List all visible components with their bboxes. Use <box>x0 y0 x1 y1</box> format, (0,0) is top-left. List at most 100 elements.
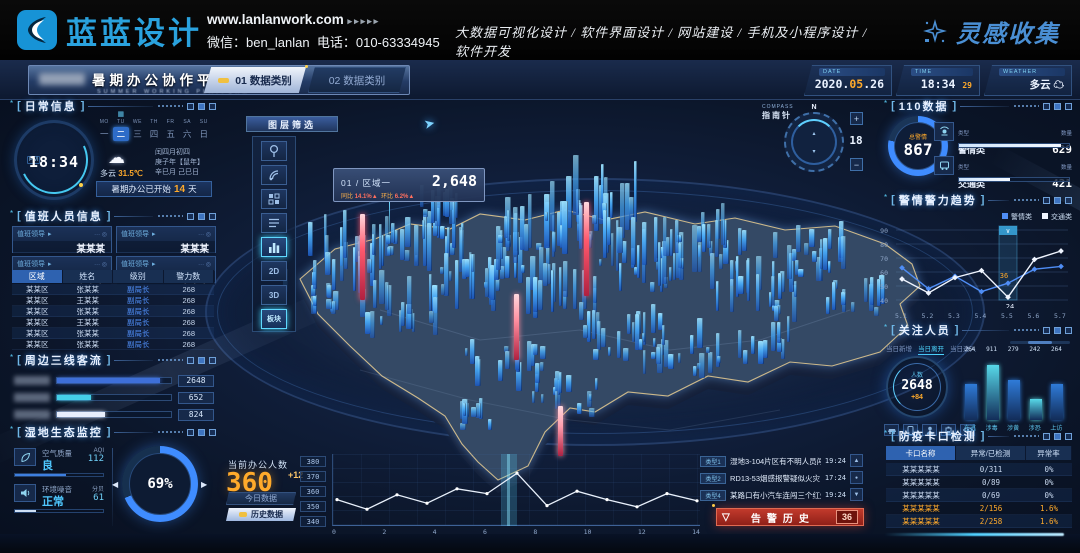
panel-window-icon[interactable] <box>1054 103 1061 110</box>
y-tick-label: 80 <box>874 241 888 249</box>
panel-expand-icon[interactable] <box>209 429 216 436</box>
bus-icon <box>934 156 954 175</box>
gauge-left-arrow[interactable]: ◀ <box>112 480 118 489</box>
alert-scroll-dot[interactable]: ● <box>850 471 863 484</box>
website-link[interactable]: www.lanlanwork.com ▸▸▸▸▸ <box>207 9 440 32</box>
panel-expand-icon[interactable] <box>1065 433 1072 440</box>
panel-header-trend: *[警情警力趋势] <box>884 192 1072 208</box>
panel-minimize-icon[interactable] <box>187 429 194 436</box>
duty-header-cell[interactable]: 警力数 <box>164 270 215 283</box>
week-day-cn: 五 <box>162 127 179 141</box>
panel-minimize-icon[interactable] <box>187 213 194 220</box>
panel-expand-icon[interactable] <box>209 213 216 220</box>
panel-expand-icon[interactable] <box>209 357 216 364</box>
panel-expand-icon[interactable] <box>1065 197 1072 204</box>
layer-pin-button[interactable] <box>261 141 287 161</box>
tab-data-category-2[interactable]: 02 数据类别 <box>308 67 406 93</box>
panel-header-110: *[110数据] <box>884 98 1072 114</box>
panel-minimize-icon[interactable] <box>1043 103 1050 110</box>
panel-minimize-icon[interactable] <box>1043 197 1050 204</box>
alert-row[interactable]: 类型2RD13-53烟感报警疑似火灾17:24 <box>700 471 846 485</box>
duty-cell: 副局长 <box>113 328 164 338</box>
alert-time: 17:24 <box>825 474 846 482</box>
layer-3d-button[interactable]: 3D <box>261 285 287 305</box>
duty-header-cell[interactable]: 级别 <box>113 270 164 283</box>
week-day[interactable]: SU日 <box>195 110 212 141</box>
week-day[interactable]: WE三 <box>129 110 146 141</box>
duty-table-row: 某某区王某某副局长268 <box>12 317 214 328</box>
top-bar: 暑期办公协作平台 SUMMER WORKING PLATFORM 01 数据类别… <box>0 60 1080 100</box>
layer-block-button[interactable]: 板块 <box>261 309 287 329</box>
bar-value: 242 <box>1024 346 1046 353</box>
arrows-decoration: ▸▸▸▸▸ <box>348 16 381 26</box>
alarm-history-button[interactable]: ▽ 告警历史 36 <box>716 508 864 526</box>
alert-row[interactable]: 类型1湿地3-104片区有不明人员闯入19:24 <box>700 454 846 468</box>
duty-cell: 268 <box>164 328 215 338</box>
bar-value: 264 <box>959 346 981 353</box>
panel-window-icon[interactable] <box>198 357 205 364</box>
inspiration-collect[interactable]: 灵感收集 <box>922 14 1060 49</box>
flow-value: 652 <box>178 392 214 404</box>
week-day[interactable]: FR五 <box>162 110 179 141</box>
redacted-prefix <box>39 73 85 85</box>
layer-group-button[interactable] <box>261 189 287 209</box>
map-tooltip: 01 / 区域一2,648 同比 14.1%▲ 环比 6.2%▲ <box>333 168 485 202</box>
traffic-type-row: 类型交通类 数量421 <box>958 156 1072 192</box>
compass-up-arrow[interactable]: ▴ <box>812 130 815 137</box>
panel-expand-icon[interactable] <box>1065 327 1072 334</box>
calendar-icon <box>146 110 163 119</box>
map-landmass[interactable] <box>300 210 920 480</box>
alert-scroll-up[interactable]: ▲ <box>850 454 863 467</box>
panel-window-icon[interactable] <box>198 213 205 220</box>
panel-minimize-icon[interactable] <box>1043 433 1050 440</box>
duty-header-cell[interactable]: 区域 <box>12 270 63 283</box>
layer-barchart-button[interactable] <box>261 237 287 257</box>
panel-minimize-icon[interactable] <box>187 357 194 364</box>
panel-window-icon[interactable] <box>1054 433 1061 440</box>
duty-header-cell[interactable]: 姓名 <box>63 270 114 283</box>
compass-down-arrow[interactable]: ▾ <box>812 148 815 155</box>
noise-progress <box>14 509 104 513</box>
zoom-in-button[interactable]: + <box>850 112 863 125</box>
calendar-icon <box>96 110 113 119</box>
panel-expand-icon[interactable] <box>1065 103 1072 110</box>
layer-signal-button[interactable] <box>261 165 287 185</box>
checkpoint-header-cell[interactable]: 异常/已检测 <box>956 446 1026 460</box>
layer-list-button[interactable] <box>261 213 287 233</box>
alert-scroll-down[interactable]: ▼ <box>850 488 863 501</box>
panel-expand-icon[interactable] <box>209 103 216 110</box>
compass[interactable]: N ▴ ▾ <box>784 112 844 172</box>
air-progress <box>14 473 104 477</box>
layer-2d-button[interactable]: 2D <box>261 261 287 281</box>
focus-tab[interactable]: 当日离开 <box>918 343 944 355</box>
y-tick-label: 90 <box>874 227 888 235</box>
checkpoint-header-cell[interactable]: 卡口名称 <box>886 446 956 460</box>
checkpoint-ratio: 0/69 <box>956 491 1026 500</box>
speaker-icon <box>20 488 31 498</box>
panel-window-icon[interactable] <box>198 103 205 110</box>
panel-window-icon[interactable] <box>1054 327 1061 334</box>
panel-window-icon[interactable] <box>198 429 205 436</box>
focus-tab[interactable]: 当日新增 <box>886 343 912 355</box>
checkpoint-header-cell[interactable]: 异常率 <box>1026 446 1072 460</box>
panel-minimize-icon[interactable] <box>187 103 194 110</box>
focus-chart-scrollbar[interactable] <box>1010 341 1070 344</box>
tab-data-category-1[interactable]: 01 数据类别 <box>204 67 306 93</box>
duty-cell: 某某区 <box>12 328 63 338</box>
duty-cell: 268 <box>164 339 215 349</box>
week-day[interactable]: ▦TU二 <box>113 110 130 141</box>
duty-cell: 某某区 <box>12 306 63 316</box>
history-data-button[interactable]: 历史数据 <box>226 508 296 521</box>
zoom-out-button[interactable]: − <box>850 158 863 171</box>
week-day[interactable]: MO一 <box>96 110 113 141</box>
today-data-button[interactable]: 今日数据 <box>226 492 296 505</box>
panel-minimize-icon[interactable] <box>1043 327 1050 334</box>
chevron-right-icon: ▸ <box>152 230 156 238</box>
gauge-right-arrow[interactable]: ▶ <box>201 480 207 489</box>
alert-row[interactable]: 类型4某路口有小汽车连闯三个红灯19:24 <box>700 488 846 502</box>
week-day[interactable]: SA六 <box>179 110 196 141</box>
tab-dot-decoration <box>305 65 308 68</box>
banner-dot <box>712 504 715 507</box>
week-day[interactable]: TH四 <box>146 110 163 141</box>
panel-window-icon[interactable] <box>1054 197 1061 204</box>
